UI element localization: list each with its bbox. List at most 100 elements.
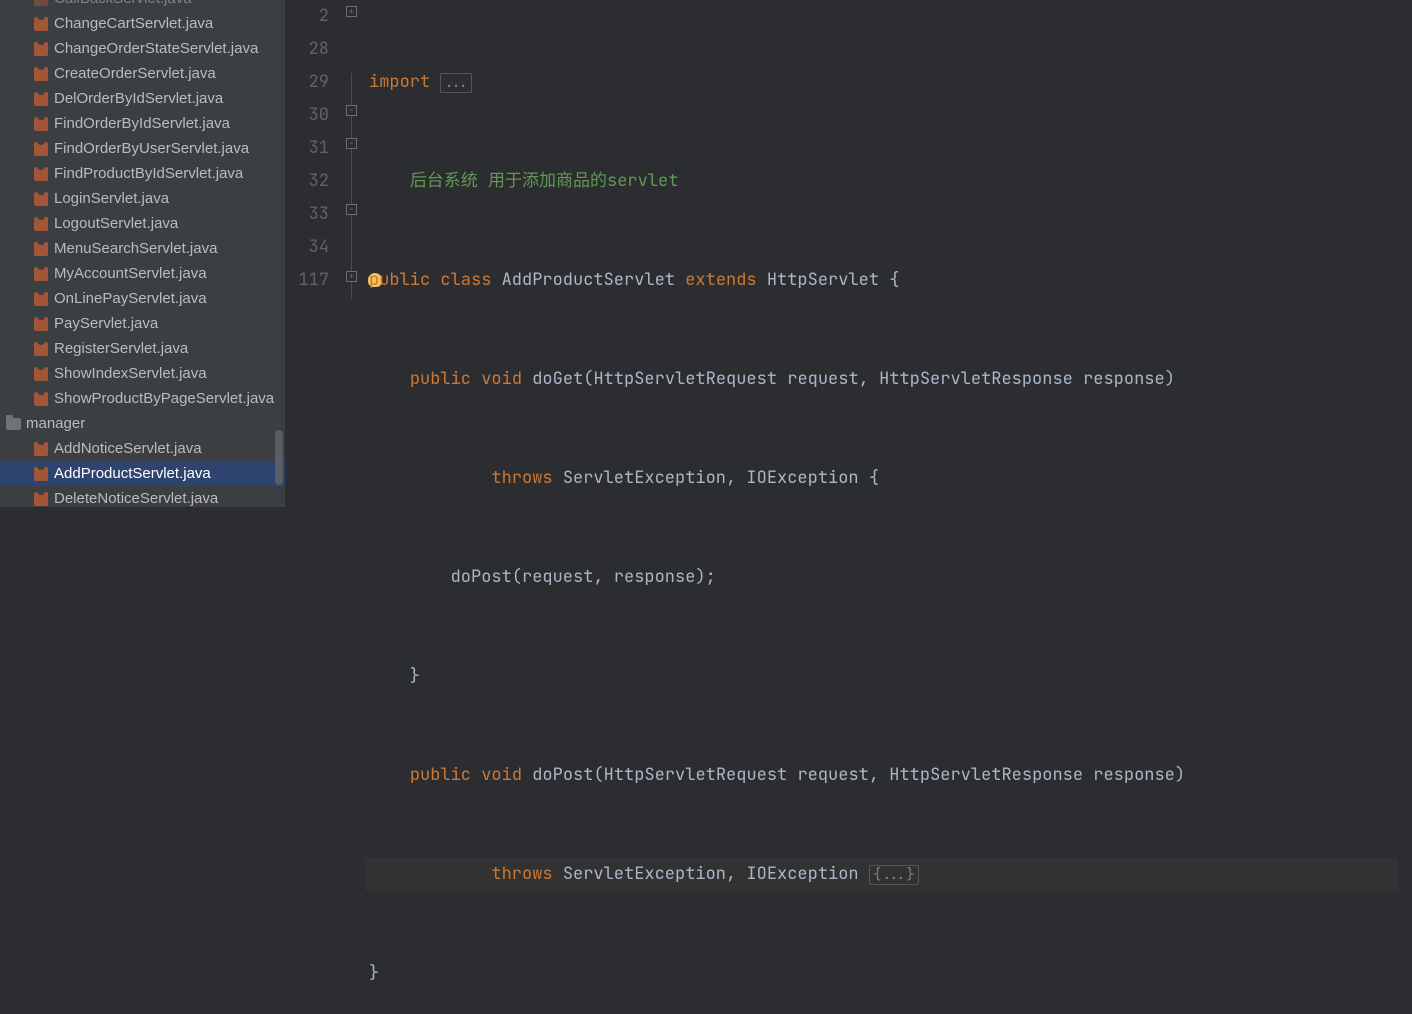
tree-file[interactable]: FindOrderByUserServlet.java	[0, 136, 285, 161]
java-file-icon	[32, 391, 50, 407]
kw: void	[481, 764, 522, 786]
param: response	[1093, 764, 1175, 786]
java-file-icon	[32, 466, 50, 482]
tree-file-label: PayServlet.java	[54, 315, 158, 332]
tree-file-label: FindOrderByIdServlet.java	[54, 115, 230, 132]
tree-file-label: MenuSearchServlet.java	[54, 240, 217, 257]
editor-scrollbar[interactable]	[1398, 0, 1412, 507]
tree-file[interactable]: LogoutServlet.java	[0, 211, 285, 236]
tree-file[interactable]: LoginServlet.java	[0, 186, 285, 211]
tree-file[interactable]: ChangeCartServlet.java	[0, 11, 285, 36]
tree-file-label: MyAccountServlet.java	[54, 265, 207, 282]
tree-file-label: LoginServlet.java	[54, 190, 169, 207]
tree-file[interactable]: RegisterServlet.java	[0, 336, 285, 361]
tree-file[interactable]: MenuSearchServlet.java	[0, 236, 285, 261]
tree-file[interactable]: CreateOrderServlet.java	[0, 61, 285, 86]
tree-file-label: DelOrderByIdServlet.java	[54, 90, 223, 107]
java-file-icon	[32, 16, 50, 32]
type-name: HttpServlet	[767, 269, 879, 291]
tree-file[interactable]: MyAccountServlet.java	[0, 261, 285, 286]
param: request	[797, 764, 868, 786]
kw: extends	[685, 269, 756, 291]
tree-file[interactable]: ChangeOrderStateServlet.java	[0, 36, 285, 61]
java-file-icon	[32, 116, 50, 132]
kw: public	[410, 764, 471, 786]
java-file-icon	[32, 191, 50, 207]
fold-toggle-dopost[interactable]: +	[346, 271, 357, 282]
line-number-gutter: 228293031323334117	[285, 0, 343, 507]
code-editor[interactable]: 228293031323334117 + − − − + import ... …	[285, 0, 1412, 507]
kw: public	[410, 368, 471, 390]
class-name: AddProductServlet	[502, 269, 675, 291]
type-name: ServletException	[563, 467, 726, 489]
param: request	[787, 368, 858, 390]
type-name: ServletException	[563, 863, 726, 885]
java-file-icon	[32, 366, 50, 382]
java-file-icon	[32, 291, 50, 307]
kw: throws	[491, 467, 552, 489]
fold-end-doget[interactable]: −	[346, 204, 357, 215]
line-number: 29	[285, 66, 329, 99]
type-name: IOException	[746, 863, 858, 885]
sidebar-scrollbar[interactable]	[275, 430, 283, 485]
tree-file-label: DeleteNoticeServlet.java	[54, 490, 218, 507]
fold-gutter[interactable]: + − − − +	[343, 0, 365, 507]
kw: class	[440, 269, 491, 291]
tree-file-label: CreateOrderServlet.java	[54, 65, 216, 82]
line-number: 117	[285, 264, 329, 297]
kw: public	[369, 269, 430, 291]
java-file-icon	[32, 241, 50, 257]
type-name: IOException	[746, 467, 858, 489]
line-number: 34	[285, 231, 329, 264]
project-tree[interactable]: CallBackServlet.java ChangeCartServlet.ja…	[0, 0, 285, 507]
tree-file[interactable]: ShowIndexServlet.java	[0, 361, 285, 386]
tree-file[interactable]: PayServlet.java	[0, 311, 285, 336]
tree-file-label: ShowProductByPageServlet.java	[54, 390, 274, 407]
java-file-icon	[32, 341, 50, 357]
tree-file[interactable]: DelOrderByIdServlet.java	[0, 86, 285, 111]
tree-file[interactable]: AddNoticeServlet.java	[0, 436, 285, 461]
tree-file[interactable]: CallBackServlet.java	[0, 0, 285, 11]
method-name: doGet	[532, 368, 583, 390]
line-number: 33	[285, 198, 329, 231]
fold-toggle-import[interactable]: +	[346, 6, 357, 17]
keyword-import: import	[369, 71, 430, 93]
java-file-icon	[32, 166, 50, 182]
type-name: HttpServletRequest	[593, 368, 777, 390]
folder-icon	[4, 416, 22, 432]
tree-file-label: FindOrderByUserServlet.java	[54, 140, 249, 157]
tree-file-label: ChangeCartServlet.java	[54, 15, 213, 32]
tree-file[interactable]: AddProductServlet.java	[0, 461, 285, 486]
tree-file[interactable]: OnLinePayServlet.java	[0, 286, 285, 311]
tree-file-label: RegisterServlet.java	[54, 340, 188, 357]
code-area[interactable]: import ... 后台系统 用于添加商品的servlet public cl…	[365, 0, 1398, 507]
java-file-icon	[32, 141, 50, 157]
java-file-icon	[32, 491, 50, 507]
tree-file[interactable]: DeleteNoticeServlet.java	[0, 486, 285, 507]
type-name: HttpServletResponse	[889, 764, 1083, 786]
folded-imports[interactable]: ...	[440, 73, 471, 93]
java-file-icon	[32, 41, 50, 57]
tree-file[interactable]: ShowProductByPageServlet.java	[0, 386, 285, 411]
type-name: HttpServletRequest	[604, 764, 788, 786]
line-number: 30	[285, 99, 329, 132]
statement: doPost(request, response);	[451, 566, 716, 588]
line-number: 32	[285, 165, 329, 198]
java-file-icon	[32, 216, 50, 232]
tree-file[interactable]: FindProductByIdServlet.java	[0, 161, 285, 186]
fold-toggle-doget[interactable]: −	[346, 105, 357, 116]
java-file-icon	[32, 91, 50, 107]
java-file-icon	[32, 441, 50, 457]
java-file-icon	[32, 0, 50, 7]
fold-toggle-throws1[interactable]: −	[346, 138, 357, 149]
tree-folder-manager[interactable]: manager	[0, 411, 285, 436]
line-number: 2	[285, 0, 329, 33]
java-file-icon	[32, 266, 50, 282]
kw: throws	[491, 863, 552, 885]
folded-body[interactable]: {...}	[869, 865, 919, 885]
kw: void	[481, 368, 522, 390]
javadoc-comment: 后台系统 用于添加商品的servlet	[410, 170, 679, 192]
tree-file-label: ShowIndexServlet.java	[54, 365, 207, 382]
param: response	[1083, 368, 1165, 390]
tree-file[interactable]: FindOrderByIdServlet.java	[0, 111, 285, 136]
